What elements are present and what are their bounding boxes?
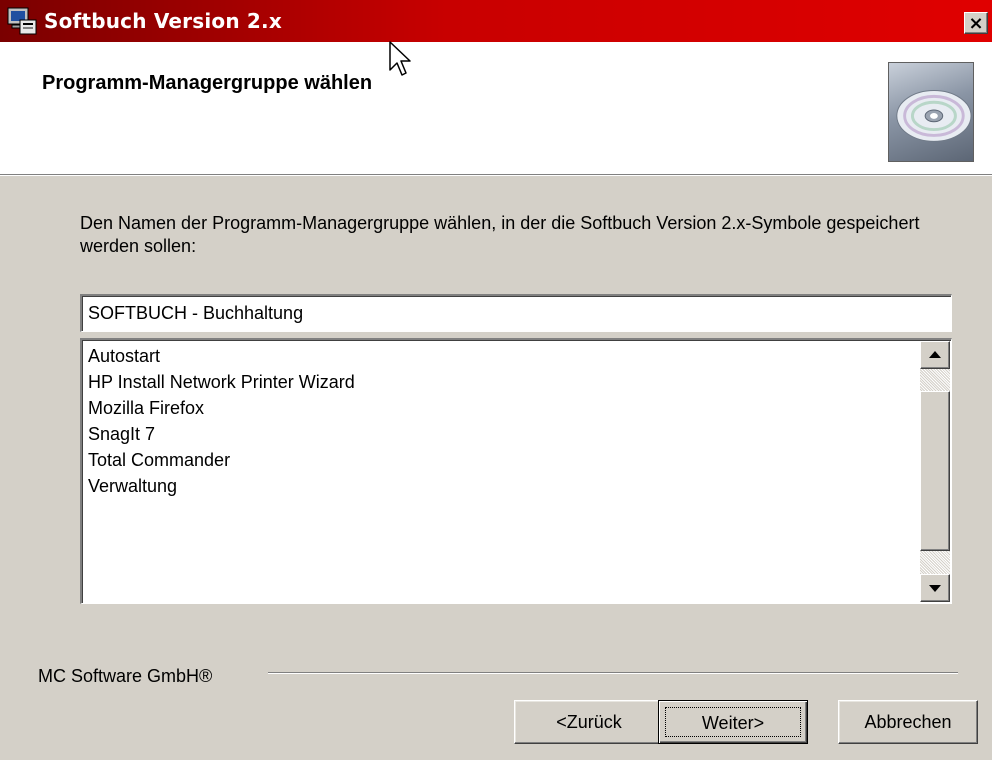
close-button[interactable]: × xyxy=(964,12,988,34)
next-button-label: Weiter> xyxy=(701,713,765,733)
footer-divider xyxy=(268,672,958,674)
group-name-input[interactable] xyxy=(80,294,952,332)
instruction-text: Den Namen der Programm-Managergruppe wäh… xyxy=(80,213,920,256)
title-bar[interactable]: Softbuch Version 2.x × xyxy=(0,0,992,42)
setup-computer-icon xyxy=(7,7,37,35)
next-button[interactable]: Weiter> xyxy=(658,700,808,744)
scroll-up-button[interactable] xyxy=(920,341,950,369)
cd-disc-graphic xyxy=(896,90,972,142)
cancel-button[interactable]: Abbrechen xyxy=(838,700,978,744)
mouse-pointer-icon xyxy=(389,41,411,76)
back-button-label: <Zurück xyxy=(556,712,622,732)
close-icon: × xyxy=(968,13,984,34)
focus-rectangle: Weiter> xyxy=(665,707,801,737)
wizard-header: Programm-Managergruppe wählen xyxy=(0,42,992,175)
program-group-list[interactable]: Autostart HP Install Network Printer Wiz… xyxy=(80,338,952,604)
window-title: Softbuch Version 2.x xyxy=(44,9,282,33)
list-item[interactable]: Verwaltung xyxy=(86,473,917,499)
list-item[interactable]: HP Install Network Printer Wizard xyxy=(86,369,917,395)
cd-disc-icon xyxy=(888,62,974,162)
arrow-down-icon xyxy=(929,585,941,592)
back-button[interactable]: <Zurück xyxy=(514,700,664,744)
list-item[interactable]: Total Commander xyxy=(86,447,917,473)
list-item[interactable]: Mozilla Firefox xyxy=(86,395,917,421)
cancel-button-label: Abbrechen xyxy=(864,712,952,732)
list-items: Autostart HP Install Network Printer Wiz… xyxy=(86,343,917,499)
arrow-up-icon xyxy=(929,351,941,358)
brand-label: MC Software GmbH® xyxy=(38,666,213,686)
list-item[interactable]: SnagIt 7 xyxy=(86,421,917,447)
scroll-thumb[interactable] xyxy=(920,391,950,551)
page-title: Programm-Managergruppe wählen xyxy=(42,72,373,94)
scroll-down-button[interactable] xyxy=(920,574,950,602)
vertical-scrollbar[interactable] xyxy=(920,341,950,602)
list-item[interactable]: Autostart xyxy=(86,343,917,369)
